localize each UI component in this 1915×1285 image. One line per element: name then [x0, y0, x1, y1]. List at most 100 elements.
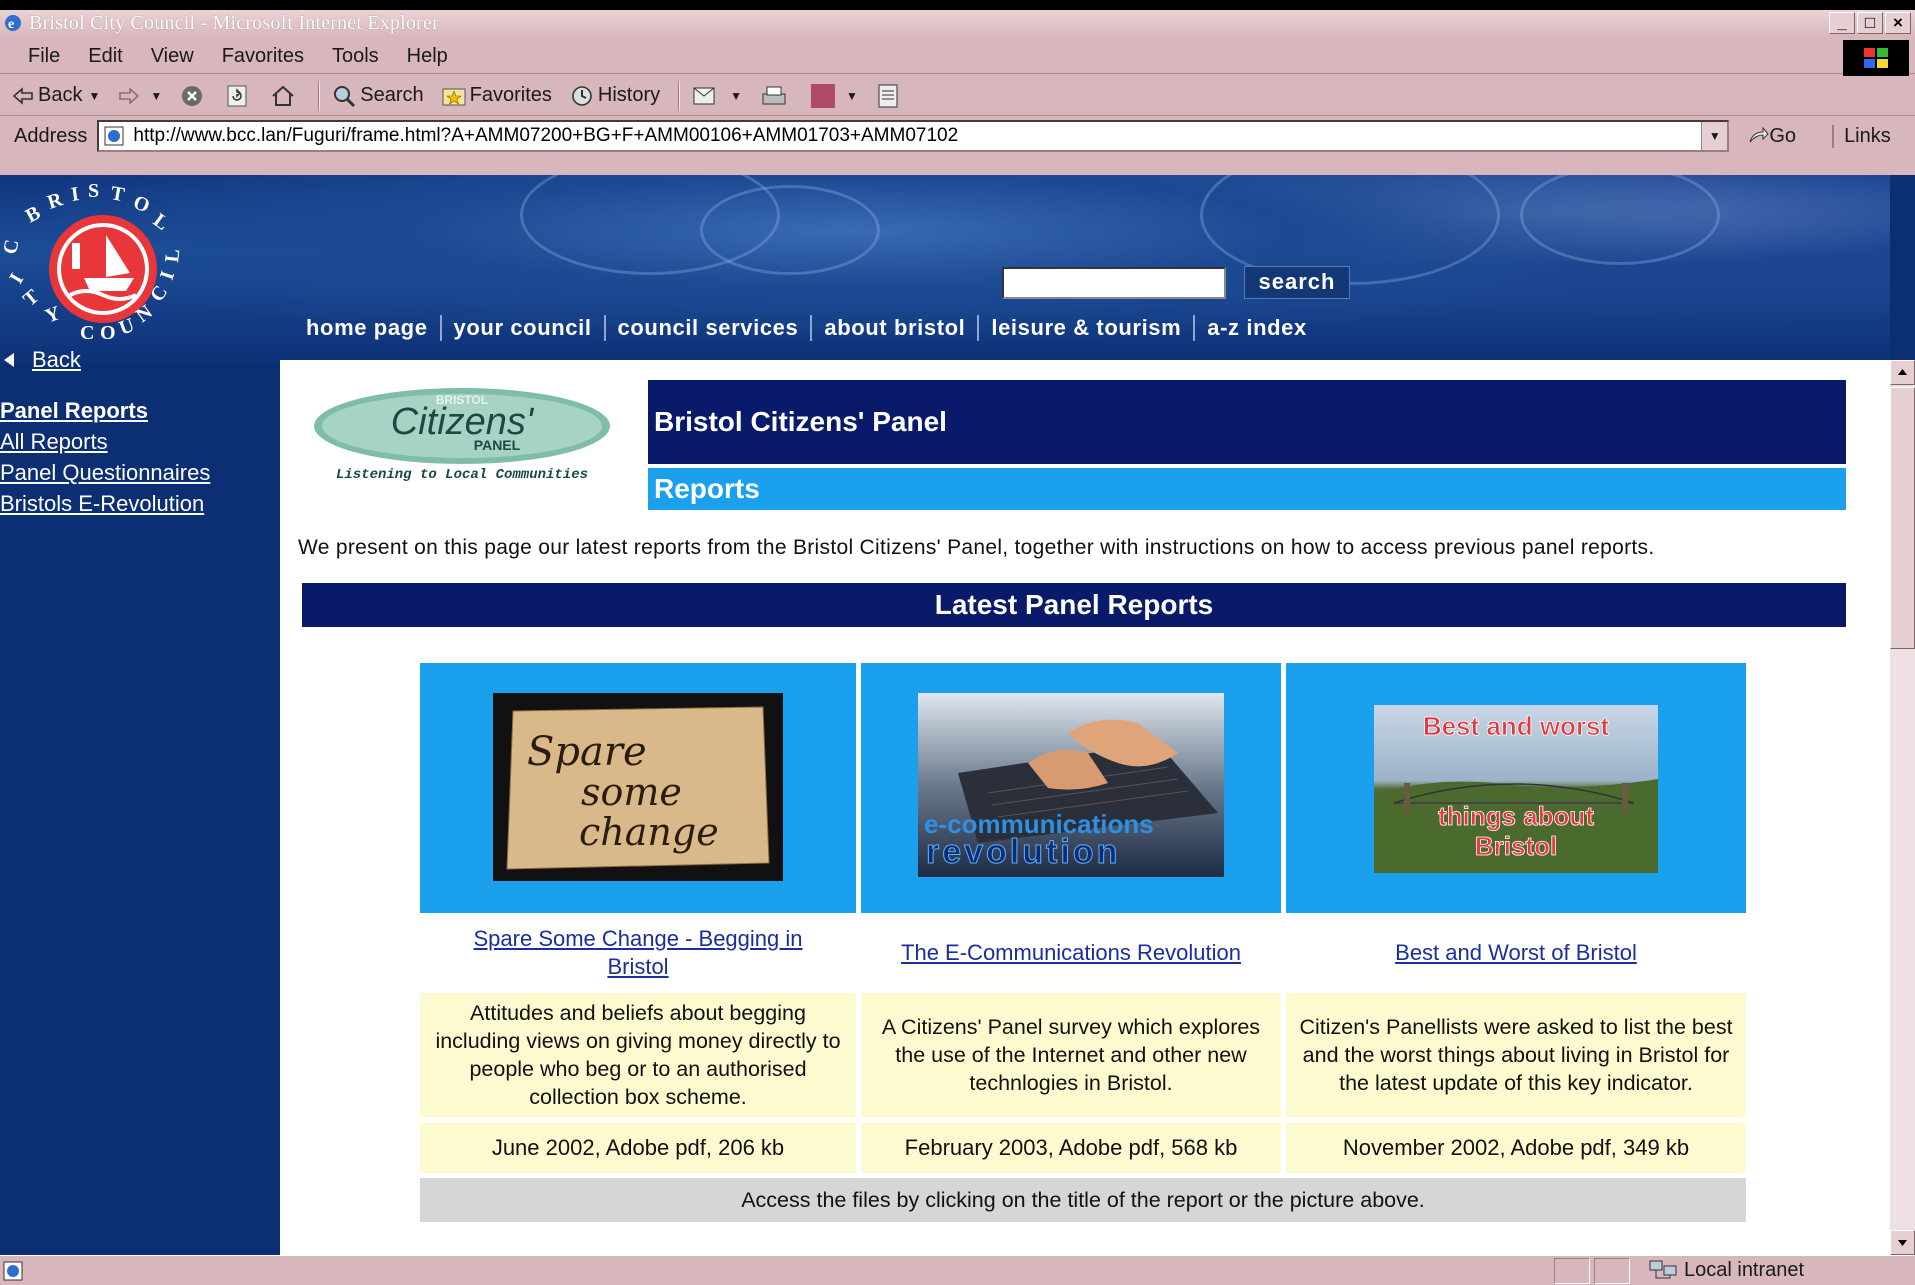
print-button[interactable]	[760, 84, 792, 108]
banner-swirl	[1520, 175, 1720, 265]
svg-text:R: R	[45, 188, 66, 214]
favorites-star-icon	[442, 88, 466, 105]
nav-your-council[interactable]: your council	[439, 315, 604, 341]
svg-text:e: e	[8, 17, 14, 32]
best-image-line1: Best and worst	[1423, 711, 1610, 741]
nav-leisure-tourism[interactable]: leisure & tourism	[977, 315, 1193, 341]
e-communications-image[interactable]: e-communications revolution	[918, 693, 1224, 877]
stop-button[interactable]	[180, 84, 208, 108]
history-label: History	[597, 84, 661, 106]
menu-file[interactable]: File	[28, 45, 60, 68]
back-button[interactable]: Back ▼	[12, 84, 100, 107]
forward-dropdown-icon[interactable]: ▼	[150, 89, 162, 103]
banner-swirl	[700, 185, 880, 275]
page-viewport: B R I S T O L C I T Y C O U N C I L sear…	[0, 175, 1915, 1255]
site-top-nav: home page your council council services …	[306, 315, 1319, 341]
menu-tools[interactable]: Tools	[332, 45, 379, 68]
discuss-icon	[878, 84, 898, 107]
window-controls: _ □ ×	[1829, 12, 1911, 34]
maximize-button[interactable]: □	[1857, 12, 1883, 34]
report-description: Citizen's Panellists were asked to list …	[1286, 993, 1746, 1117]
report-image-cell[interactable]: Spare some change	[420, 663, 856, 913]
scroll-down-button[interactable]	[1890, 1230, 1915, 1255]
favorites-button[interactable]: Favorites	[442, 84, 552, 107]
security-zone: Local intranet	[1648, 1258, 1804, 1282]
address-url: http://www.bcc.lan/Fuguri/frame.html?A+A…	[133, 125, 959, 146]
print-icon	[762, 86, 786, 104]
site-search-button[interactable]: search	[1244, 266, 1350, 299]
edit-dropdown-icon[interactable]: ▼	[846, 89, 858, 103]
latest-reports-heading: Latest Panel Reports	[302, 583, 1846, 627]
links-button[interactable]: Links	[1832, 124, 1891, 148]
report-image-cell[interactable]: Best and worst things about Bristol	[1286, 663, 1746, 913]
go-button[interactable]: Go	[1747, 125, 1796, 148]
refresh-button[interactable]	[226, 84, 252, 108]
nav-about-bristol[interactable]: about bristol	[810, 315, 977, 341]
minimize-button[interactable]: _	[1829, 12, 1855, 34]
page-title: Bristol Citizens' Panel	[648, 380, 1846, 464]
spare-some-change-image[interactable]: Spare some change	[493, 693, 783, 881]
home-button[interactable]	[270, 84, 300, 108]
back-dropdown-icon[interactable]: ▼	[88, 89, 100, 103]
leftnav-all-reports[interactable]: All Reports	[0, 426, 278, 457]
search-button[interactable]: Search	[332, 84, 424, 108]
scroll-up-button[interactable]	[1890, 360, 1915, 385]
address-input[interactable]: http://www.bcc.lan/Fuguri/frame.html?A+A…	[97, 120, 1730, 152]
search-globe-icon	[334, 85, 356, 107]
svg-text:C: C	[80, 322, 94, 344]
close-button[interactable]: ×	[1885, 12, 1911, 34]
site-search-input[interactable]	[1002, 267, 1226, 299]
svg-text:L: L	[161, 248, 184, 264]
home-icon	[272, 85, 294, 106]
mail-dropdown-icon[interactable]: ▼	[730, 89, 742, 103]
menu-view[interactable]: View	[151, 45, 194, 68]
leftnav-panel-questionnaires[interactable]: Panel Questionnaires	[0, 457, 278, 488]
refresh-icon	[227, 85, 247, 106]
status-pane	[1554, 1258, 1590, 1284]
toolbar-separator	[318, 80, 321, 111]
back-arrow-icon	[12, 86, 33, 105]
menu-favorites[interactable]: Favorites	[222, 45, 304, 68]
leftnav-bristols-e-revolution[interactable]: Bristols E-Revolution	[0, 488, 278, 519]
report-image-cell[interactable]: e-communications revolution	[861, 663, 1281, 913]
edit-icon	[811, 83, 835, 108]
address-dropdown-icon[interactable]: ▼	[1701, 122, 1728, 150]
discuss-button[interactable]	[876, 83, 904, 109]
page-subtitle: Reports	[648, 468, 1846, 510]
best-image-line3: Bristol	[1475, 831, 1557, 861]
main-content: BRISTOL Citizens' PANEL Listening to Loc…	[280, 360, 1890, 1255]
history-button[interactable]: History	[570, 84, 660, 108]
spare-image-line1: Spare	[527, 729, 647, 775]
toolbar: Back ▼ ▼ Search Favorites History ▼ ▼	[0, 76, 1915, 116]
report-description: Attitudes and beliefs about begging incl…	[420, 993, 856, 1117]
nav-home-page[interactable]: home page	[306, 315, 440, 341]
svg-text:T: T	[109, 183, 127, 206]
address-label: Address	[14, 124, 88, 147]
nav-a-z-index[interactable]: a-z index	[1193, 315, 1319, 341]
mail-icon	[693, 87, 715, 104]
nav-council-services[interactable]: council services	[603, 315, 811, 341]
address-bar: Address http://www.bcc.lan/Fuguri/frame.…	[0, 118, 1915, 154]
forward-button[interactable]: ▼	[118, 86, 162, 105]
menu-edit[interactable]: Edit	[88, 45, 122, 68]
menu-help[interactable]: Help	[407, 45, 448, 68]
spare-image-line2: some	[581, 770, 682, 814]
scrollbar-thumb[interactable]	[1890, 387, 1915, 649]
mail-button[interactable]: ▼	[692, 84, 742, 108]
svg-text:O: O	[100, 322, 116, 344]
local-intranet-icon	[1649, 1260, 1677, 1279]
report-title-link[interactable]: Best and Worst of Bristol	[1286, 939, 1746, 967]
bristol-city-council-logo[interactable]: B R I S T O L C I T Y C O U N C I L	[0, 183, 195, 353]
vertical-scrollbar[interactable]	[1890, 360, 1915, 1255]
report-title-link[interactable]: The E-Communications Revolution	[861, 939, 1281, 967]
search-label: Search	[360, 84, 424, 106]
best-and-worst-image[interactable]: Best and worst things about Bristol	[1374, 705, 1658, 873]
status-bar: Local intranet	[0, 1255, 1915, 1285]
report-title-link[interactable]: Spare Some Change - Begging in Bristol	[420, 925, 856, 981]
edit-button[interactable]: ▼	[810, 83, 858, 109]
svg-text:S: S	[88, 183, 99, 202]
back-label: Back	[38, 84, 83, 106]
leftnav-panel-reports[interactable]: Panel Reports	[0, 395, 278, 426]
toolbar-separator	[678, 80, 681, 111]
back-link[interactable]: Back	[4, 347, 81, 373]
